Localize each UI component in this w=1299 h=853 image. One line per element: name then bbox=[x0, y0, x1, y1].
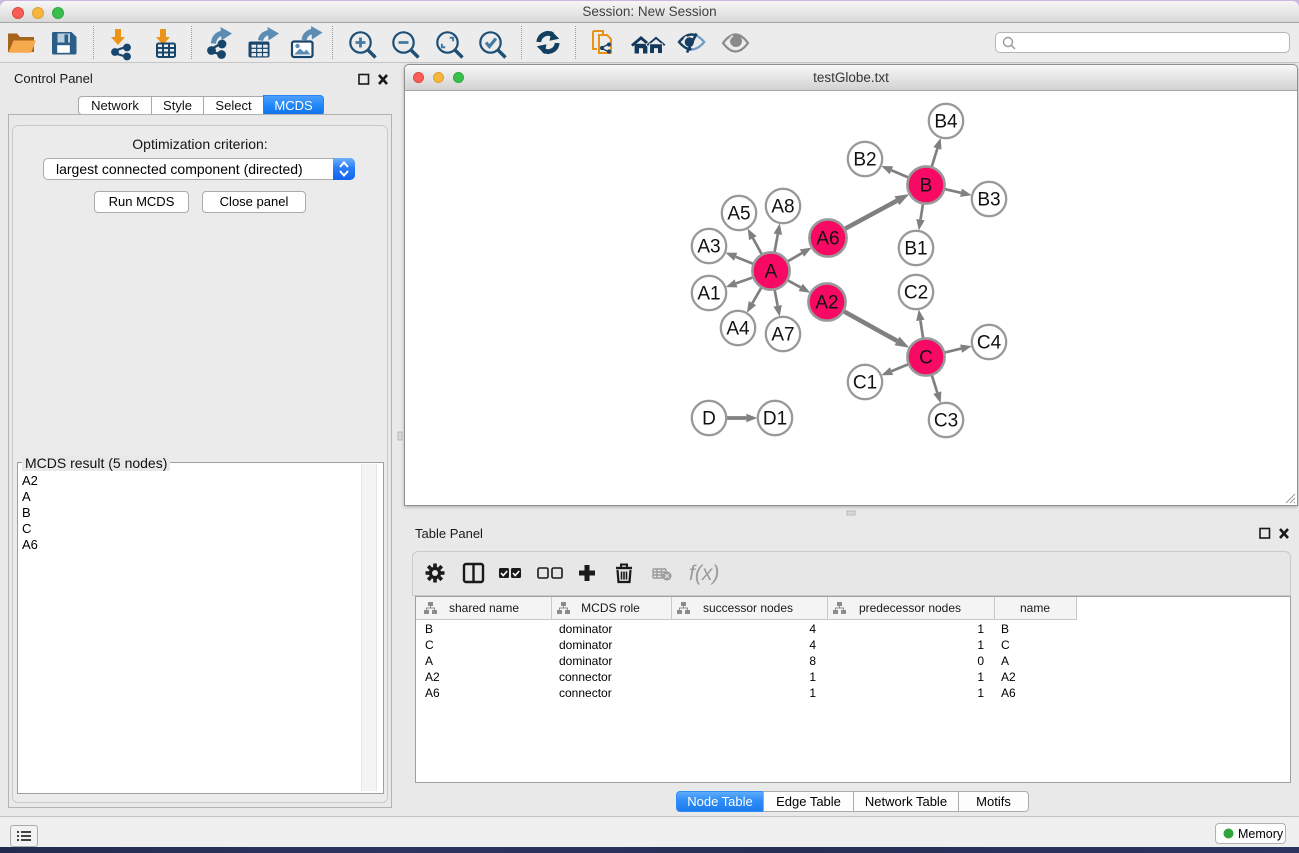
svg-text:C2: C2 bbox=[904, 283, 928, 304]
svg-text:C3: C3 bbox=[934, 411, 958, 432]
svg-text:C: C bbox=[919, 348, 933, 369]
svg-text:B2: B2 bbox=[853, 150, 876, 171]
svg-text:f(x): f(x) bbox=[689, 562, 719, 585]
svg-text:A5: A5 bbox=[727, 204, 750, 225]
svg-text:A: A bbox=[765, 262, 778, 283]
svg-text:D: D bbox=[702, 409, 716, 430]
svg-text:A1: A1 bbox=[697, 284, 720, 305]
svg-text:A7: A7 bbox=[771, 325, 794, 346]
svg-text:B: B bbox=[920, 176, 933, 197]
svg-text:D1: D1 bbox=[763, 409, 787, 430]
svg-text:A3: A3 bbox=[697, 237, 720, 258]
svg-text:A4: A4 bbox=[726, 319, 750, 340]
svg-text:B4: B4 bbox=[934, 112, 958, 133]
svg-text:A8: A8 bbox=[771, 197, 794, 218]
svg-text:B3: B3 bbox=[977, 190, 1000, 211]
svg-text:A2: A2 bbox=[815, 293, 838, 314]
svg-text:A6: A6 bbox=[816, 229, 839, 250]
svg-text:C4: C4 bbox=[977, 333, 1002, 354]
svg-text:B1: B1 bbox=[904, 239, 927, 260]
svg-text:C1: C1 bbox=[853, 373, 877, 394]
